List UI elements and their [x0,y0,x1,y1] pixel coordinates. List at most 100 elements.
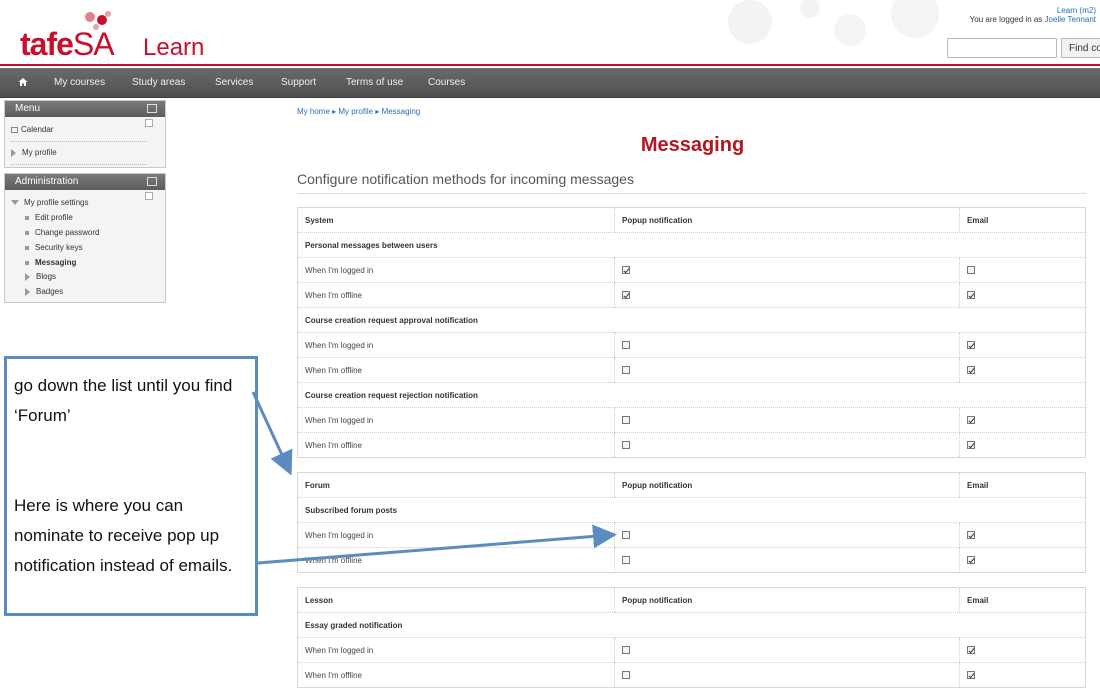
breadcrumb: My home ▸ My profile ▸ Messaging [297,107,420,116]
popup-checkbox[interactable] [622,671,630,680]
table-row: When I'm offline [297,357,1086,383]
email-checkbox[interactable] [967,366,975,375]
table-group-row: Personal messages between users [297,232,1086,258]
nav-study-areas[interactable]: Study areas [132,77,185,88]
breadcrumb-home[interactable]: My home [297,107,330,116]
page-subheading: Configure notification methods for incom… [297,171,634,187]
popup-checkbox[interactable] [622,291,630,300]
site-header: tafeSA Learn Learn (m2) You are logged i… [0,0,1100,66]
email-checkbox-cell [959,662,1086,688]
popup-checkbox[interactable] [622,441,630,450]
learn-instance-link[interactable]: Learn (m2) [1057,6,1096,15]
email-checkbox[interactable] [967,556,975,565]
decorative-circles [728,0,939,46]
expand-icon [25,287,30,296]
search-button[interactable]: Find co [1061,38,1100,58]
search-input[interactable] [947,38,1057,58]
group-label: Personal messages between users [297,232,1086,258]
admin-item-messaging[interactable]: Messaging [25,258,76,267]
row-label: When I'm logged in [297,257,615,283]
breadcrumb-messaging[interactable]: Messaging [382,107,421,116]
popup-checkbox-cell [614,357,960,383]
group-label: Subscribed forum posts [297,497,1086,523]
table-group-row: Subscribed forum posts [297,497,1086,523]
table-row: When I'm offline [297,547,1086,573]
popup-checkbox[interactable] [622,556,630,565]
popup-checkbox[interactable] [622,646,630,655]
row-label: When I'm logged in [297,637,615,663]
nav-courses[interactable]: Courses [428,77,465,88]
calendar-icon [11,126,18,133]
row-label: When I'm offline [297,662,615,688]
user-link[interactable]: Joelle Tennant [1045,15,1096,24]
nav-terms-of-use[interactable]: Terms of use [346,77,403,88]
popup-column-header: Popup notification [614,587,960,613]
table-row: When I'm logged in [297,257,1086,283]
nav-services[interactable]: Services [215,77,253,88]
row-label: When I'm offline [297,547,615,573]
popup-column-header: Popup notification [614,207,960,233]
tafesa-logo[interactable]: tafeSA [20,26,115,63]
bullet-icon [25,215,29,220]
admin-item-edit-profile[interactable]: Edit profile [25,213,73,222]
email-checkbox-cell [959,332,1086,358]
email-checkbox[interactable] [967,441,975,450]
email-checkbox[interactable] [967,341,975,350]
expand-icon [25,272,30,281]
table-row: When I'm offline [297,282,1086,308]
table-row: When I'm logged in [297,407,1086,433]
table-group-row: Essay graded notification [297,612,1086,638]
email-checkbox[interactable] [967,291,975,300]
arrow-to-forum [251,391,293,476]
callout-text-2: Here is where you can nominate to receiv… [14,496,233,575]
email-checkbox[interactable] [967,646,975,655]
administration-block-header: Administration [5,174,165,190]
popup-checkbox[interactable] [622,416,630,425]
menu-item-label: My profile [22,148,57,157]
email-checkbox-cell [959,432,1086,458]
admin-item-label: Edit profile [35,213,73,222]
email-checkbox[interactable] [967,671,975,680]
popup-checkbox-cell [614,637,960,663]
admin-item-blogs[interactable]: Blogs [25,272,56,281]
email-checkbox[interactable] [967,266,975,275]
popup-column-header: Popup notification [614,472,960,498]
email-checkbox[interactable] [967,416,975,425]
nav-support[interactable]: Support [281,77,316,88]
popup-checkbox[interactable] [622,366,630,375]
collapse-icon[interactable] [147,104,157,113]
table-group-row: Course creation request rejection notifi… [297,382,1086,408]
email-column-header: Email [959,587,1086,613]
nav-my-courses[interactable]: My courses [54,77,105,88]
table-group-row: Course creation request approval notific… [297,307,1086,333]
breadcrumb-profile[interactable]: My profile [338,107,373,116]
row-label: When I'm offline [297,432,615,458]
email-checkbox[interactable] [967,531,975,540]
login-info: Learn (m2) You are logged in as Joelle T… [970,6,1096,24]
popup-checkbox[interactable] [622,341,630,350]
admin-item-change-password[interactable]: Change password [25,228,99,237]
dock-icon[interactable] [145,119,153,127]
notification-table-lesson: Lesson Popup notification Email Essay grade… [297,587,1086,688]
home-icon[interactable] [18,77,28,87]
group-label: Course creation request rejection notifi… [297,382,1086,408]
notification-table-system: System Popup notification Email Personal me… [297,207,1086,458]
admin-item-my-profile-settings[interactable]: My profile settings [11,198,88,207]
table-header-row: System Popup notification Email [297,207,1086,233]
admin-item-badges[interactable]: Badges [25,287,63,296]
popup-checkbox-cell [614,332,960,358]
admin-item-security-keys[interactable]: Security keys [25,243,83,252]
popup-checkbox[interactable] [622,266,630,275]
menu-item-my-profile[interactable]: My profile [11,148,57,157]
popup-checkbox[interactable] [622,531,630,540]
notification-table-forum: Forum Popup notification Email Subscribed f… [297,472,1086,573]
instruction-callout: go down the list until you find ‘Forum’ … [4,356,258,616]
table-row: When I'm logged in [297,637,1086,663]
group-label: Essay graded notification [297,612,1086,638]
logo-sa: SA [72,26,115,62]
section-label: System [297,207,615,233]
dock-icon[interactable] [145,192,153,200]
menu-item-label: Calendar [21,125,54,134]
menu-item-calendar[interactable]: Calendar [11,125,53,134]
collapse-icon[interactable] [147,177,157,186]
